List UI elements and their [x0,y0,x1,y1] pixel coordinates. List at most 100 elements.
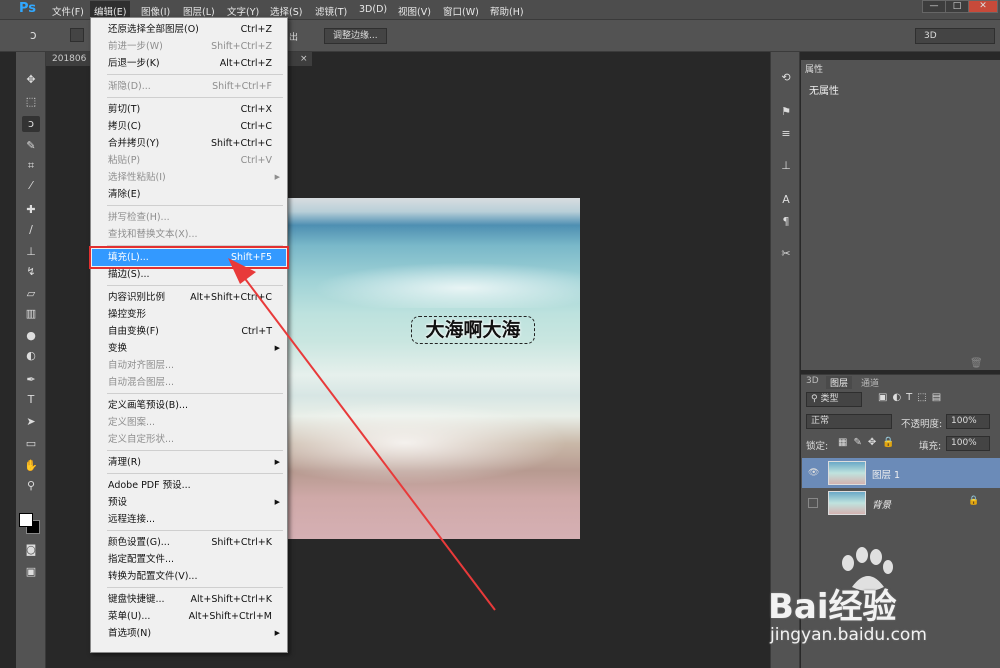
menu-image[interactable]: 图像(I) [141,4,170,18]
close-tab-icon[interactable]: × [300,52,308,66]
screen-mode-icon[interactable]: ▣ [22,564,40,580]
dodge-tool-icon[interactable]: ◐ [22,348,40,364]
layer-row-1[interactable]: 👁 图层 1 [802,458,1000,488]
menu-item[interactable]: 远程连接... [92,511,286,528]
menu-item[interactable]: 定义自定形状... [92,431,286,448]
close-button[interactable]: ✕ [968,0,998,13]
menu-item[interactable]: 定义图案... [92,414,286,431]
blur-tool-icon[interactable]: ● [22,328,40,344]
menu-item[interactable]: 还原选择全部图层(O) Ctrl+Z [92,21,286,38]
shape-tool-icon[interactable]: ▭ [22,436,40,452]
menu-item[interactable]: 颜色设置(G)... Shift+Ctrl+K [92,534,286,551]
tab-channels[interactable]: 通道 [861,376,879,389]
menu-item[interactable]: 变换 ▶ [92,340,286,357]
eye-icon[interactable]: 👁 [808,468,819,478]
new-selection-icon[interactable] [70,28,84,42]
layer-row-background[interactable]: 背景 🔒 [802,488,1000,518]
brush-tool-icon[interactable]: ∕ [22,222,40,238]
menu-item[interactable]: 清理(R) ▶ [92,454,286,471]
menu-item[interactable]: 后退一步(K) Alt+Ctrl+Z [92,55,286,72]
menu-item[interactable]: 操控变形 [92,306,286,323]
menu-window[interactable]: 窗口(W) [443,4,479,18]
menu-item[interactable]: 选择性粘贴(I) ▶ [92,169,286,186]
quick-mask-icon[interactable]: ◙ [22,542,40,558]
healing-tool-icon[interactable]: ✚ [22,202,40,218]
refine-edge-button[interactable]: 调整边缘... [324,28,387,44]
minimize-button[interactable]: — [922,0,946,13]
menu-layer[interactable]: 图层(L) [183,4,215,18]
menu-item[interactable]: Adobe PDF 预设... [92,477,286,494]
menu-type[interactable]: 文字(Y) [227,4,259,18]
menu-item[interactable]: 定义画笔预设(B)... [92,397,286,414]
menu-item[interactable]: 内容识别比例 Alt+Shift+Ctrl+C [92,289,286,306]
opacity-field[interactable]: 100% [946,414,990,429]
history-panel-icon[interactable]: ⟲ [777,70,795,86]
path-select-tool-icon[interactable]: ➤ [22,414,40,430]
menu-item[interactable]: 转换为配置文件(V)... [92,568,286,585]
menu-item[interactable]: 查找和替换文本(X)... [92,226,286,243]
menu-item[interactable]: 首选项(N) ▶ [92,625,286,642]
menu-item-fill[interactable]: 填充(L)... Shift+F5 [89,246,289,269]
menu-item[interactable]: 自动对齐图层... [92,357,286,374]
blend-mode-select[interactable]: 正常 [806,414,892,429]
menu-view[interactable]: 视图(V) [398,4,431,18]
menu-item[interactable]: 描边(S)... [92,266,286,283]
layer-filter-select[interactable]: ⚲ 类型 [806,392,862,407]
history-brush-tool-icon[interactable]: ↯ [22,264,40,280]
menu-item[interactable]: 键盘快捷键... Alt+Shift+Ctrl+K [92,591,286,608]
tab-layers[interactable]: 图层 [826,376,853,389]
menu-item[interactable]: 预设 ▶ [92,494,286,511]
tools-preset-icon[interactable]: ✂ [777,246,795,262]
gradient-tool-icon[interactable]: ▥ [22,306,40,322]
move-tool-icon[interactable]: ✥ [22,72,40,88]
menu-select[interactable]: 选择(S) [270,4,302,18]
character-panel-icon[interactable]: A [777,192,795,208]
brush-panel-icon[interactable]: ⚑ [777,104,795,120]
layer-name[interactable]: 图层 1 [872,467,900,481]
maximize-button[interactable]: □ [945,0,969,13]
menu-3d[interactable]: 3D(D) [359,4,387,15]
eraser-tool-icon[interactable]: ▱ [22,286,40,302]
opacity-label: 不透明度: [901,419,943,430]
fill-field[interactable]: 100% [946,436,990,451]
stamp-tool-icon[interactable]: ⊥ [22,244,40,260]
filter-icons[interactable]: ▣◐T⬚▤ [878,392,946,403]
menu-filter[interactable]: 滤镜(T) [315,4,347,18]
visibility-box[interactable] [808,498,818,508]
brush-presets-icon[interactable]: ≡ [777,126,795,142]
pen-tool-icon[interactable]: ✒ [22,372,40,388]
hand-tool-icon[interactable]: ✋ [22,458,40,474]
menu-item[interactable]: 粘贴(P) Ctrl+V [92,152,286,169]
properties-tab[interactable]: 属性 [805,62,823,75]
tab-3d[interactable]: 3D [806,376,819,386]
menu-item[interactable]: 拼写检查(H)... [92,209,286,226]
eyedropper-tool-icon[interactable]: ⁄ [22,178,40,194]
canvas-text-selection[interactable]: 大海啊大海 [411,316,535,344]
lasso-icon[interactable]: ↄ [30,28,37,42]
menu-item[interactable]: 自动混合图层... [92,374,286,391]
lasso-tool-icon[interactable]: ↄ [22,116,40,132]
menu-file[interactable]: 文件(F) [52,4,84,18]
menu-item[interactable]: 拷贝(C) Ctrl+C [92,118,286,135]
zoom-tool-icon[interactable]: ⚲ [22,478,40,494]
menu-item[interactable]: 清除(E) [92,186,286,203]
paragraph-panel-icon[interactable]: ¶ [777,214,795,230]
foreground-color-swatch[interactable] [19,513,33,527]
menu-item[interactable]: 自由变换(F) Ctrl+T [92,323,286,340]
menu-item[interactable]: 合并拷贝(Y) Shift+Ctrl+C [92,135,286,152]
quick-select-tool-icon[interactable]: ✎ [22,138,40,154]
clone-source-icon[interactable]: ⊥ [777,158,795,174]
crop-tool-icon[interactable]: ⌗ [22,158,40,174]
menu-item[interactable]: 指定配置文件... [92,551,286,568]
menu-help[interactable]: 帮助(H) [490,4,524,18]
menu-item[interactable]: 渐隐(D)... Shift+Ctrl+F [92,78,286,95]
lock-icons[interactable]: ▦✎✥🔒 [838,437,901,448]
menu-item[interactable]: 前进一步(W) Shift+Ctrl+Z [92,38,286,55]
marquee-tool-icon[interactable]: ⬚ [22,94,40,110]
layer-name[interactable]: 背景 [872,497,891,511]
menu-item[interactable]: 菜单(U)... Alt+Shift+Ctrl+M [92,608,286,625]
workspace-select[interactable]: 3D [915,28,995,44]
menu-item[interactable]: 剪切(T) Ctrl+X [92,101,286,118]
trash-icon[interactable]: 🗑 [970,358,983,369]
type-tool-icon[interactable]: T [22,392,40,408]
